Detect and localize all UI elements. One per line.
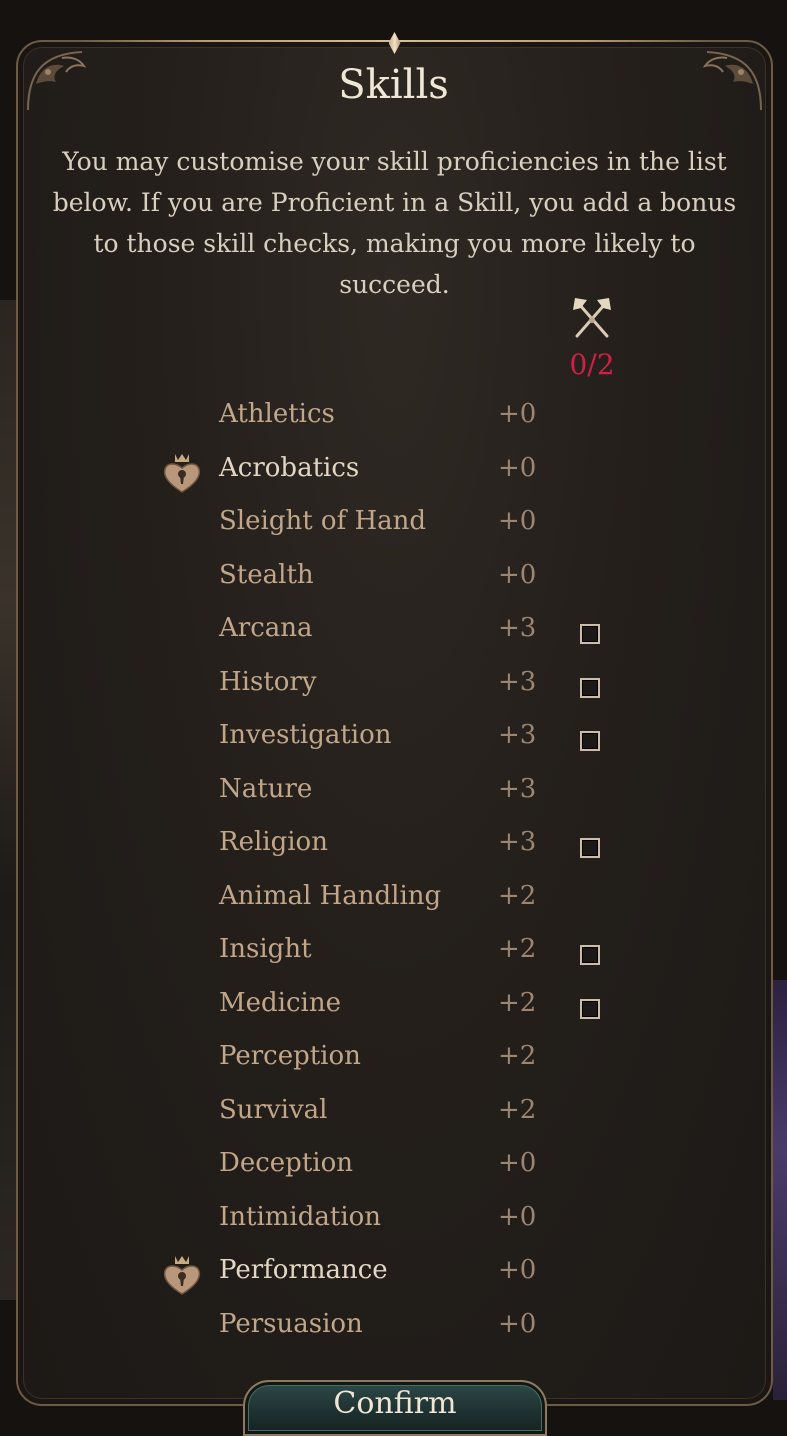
skill-name: Religion bbox=[219, 827, 328, 857]
skill-row[interactable]: Nature +3 bbox=[0, 766, 787, 820]
confirm-label: Confirm bbox=[333, 1386, 457, 1421]
skill-bonus: +2 bbox=[498, 987, 537, 1018]
skill-row[interactable]: Persuasion +0 bbox=[0, 1301, 787, 1355]
skill-row[interactable]: Athletics +0 bbox=[0, 391, 787, 445]
skill-bonus: +2 bbox=[498, 1041, 537, 1071]
skill-name: Deception bbox=[219, 1148, 353, 1178]
skill-row[interactable]: Religion +3 bbox=[0, 819, 787, 873]
panel-title: Skills bbox=[338, 62, 449, 108]
skill-row[interactable]: Sleight of Hand +0 bbox=[0, 498, 787, 552]
skill-row[interactable]: Acrobatics +0 bbox=[0, 445, 787, 499]
skill-bonus: +2 bbox=[498, 934, 537, 964]
skill-name: Survival bbox=[219, 1094, 328, 1125]
skill-row[interactable]: Intimidation +0 bbox=[0, 1194, 787, 1248]
skill-row[interactable]: Stealth +0 bbox=[0, 552, 787, 606]
proficiency-checkbox[interactable] bbox=[580, 945, 600, 965]
proficiency-checkbox[interactable] bbox=[580, 998, 600, 1019]
skill-bonus: +0 bbox=[498, 559, 537, 590]
skill-name: Insight bbox=[219, 934, 312, 964]
skill-row[interactable]: Perception +2 bbox=[0, 1033, 787, 1087]
skill-row[interactable]: Performance +0 bbox=[0, 1247, 787, 1301]
skill-name: Investigation bbox=[219, 720, 392, 750]
skill-bonus: +3 bbox=[498, 613, 537, 643]
skill-row[interactable]: Insight +2 bbox=[0, 926, 787, 980]
skill-bonus: +0 bbox=[498, 1201, 537, 1232]
skill-bonus: +3 bbox=[498, 666, 537, 697]
proficiency-counter: 0/2 bbox=[569, 348, 615, 381]
skill-bonus: +3 bbox=[498, 720, 537, 750]
skill-name: Acrobatics bbox=[219, 452, 360, 483]
skill-bonus: +3 bbox=[498, 827, 537, 857]
skill-row[interactable]: Animal Handling +2 bbox=[0, 873, 787, 927]
heart-lock-badge-icon bbox=[163, 1256, 201, 1295]
skill-row[interactable]: History +3 bbox=[0, 659, 787, 713]
skill-name: Nature bbox=[219, 773, 313, 804]
skill-name: Perception bbox=[219, 1041, 361, 1071]
skill-name: Athletics bbox=[219, 399, 335, 429]
skill-bonus: +0 bbox=[498, 1308, 537, 1339]
skill-bonus: +0 bbox=[498, 452, 537, 483]
skill-bonus: +0 bbox=[498, 1148, 537, 1178]
skill-name: Medicine bbox=[219, 987, 341, 1018]
skill-name: Persuasion bbox=[219, 1308, 363, 1339]
top-gem-ornament bbox=[388, 32, 401, 54]
skill-bonus: +2 bbox=[498, 880, 537, 911]
heart-lock-badge-icon bbox=[163, 453, 201, 493]
skill-bonus: +3 bbox=[498, 773, 537, 804]
skill-name: Stealth bbox=[219, 559, 314, 590]
description-text: You may customise your skill proficienci… bbox=[52, 147, 737, 299]
skill-name: Sleight of Hand bbox=[219, 506, 427, 536]
proficiency-checkbox[interactable] bbox=[580, 838, 600, 858]
skill-name: Arcana bbox=[219, 613, 313, 643]
proficiency-checkbox[interactable] bbox=[580, 731, 600, 751]
skill-bonus: +0 bbox=[498, 1255, 537, 1285]
skill-row[interactable]: Survival +2 bbox=[0, 1087, 787, 1141]
skill-bonus: +0 bbox=[498, 506, 537, 536]
skill-name: Animal Handling bbox=[219, 880, 442, 911]
skill-name: Intimidation bbox=[219, 1201, 382, 1232]
proficiency-checkbox[interactable] bbox=[580, 624, 600, 644]
skill-row[interactable]: Medicine +2 bbox=[0, 980, 787, 1034]
skill-row[interactable]: Deception +0 bbox=[0, 1140, 787, 1194]
skill-name: History bbox=[219, 666, 317, 697]
skill-row[interactable]: Arcana +3 bbox=[0, 605, 787, 659]
skill-bonus: +2 bbox=[498, 1094, 537, 1125]
confirm-button[interactable]: Confirm bbox=[243, 1380, 547, 1436]
skill-bonus: +0 bbox=[498, 399, 537, 429]
proficiency-checkbox[interactable] bbox=[580, 677, 600, 698]
skill-name: Performance bbox=[219, 1255, 388, 1285]
skill-row[interactable]: Investigation +3 bbox=[0, 712, 787, 766]
crossed-axes-icon bbox=[573, 298, 611, 338]
